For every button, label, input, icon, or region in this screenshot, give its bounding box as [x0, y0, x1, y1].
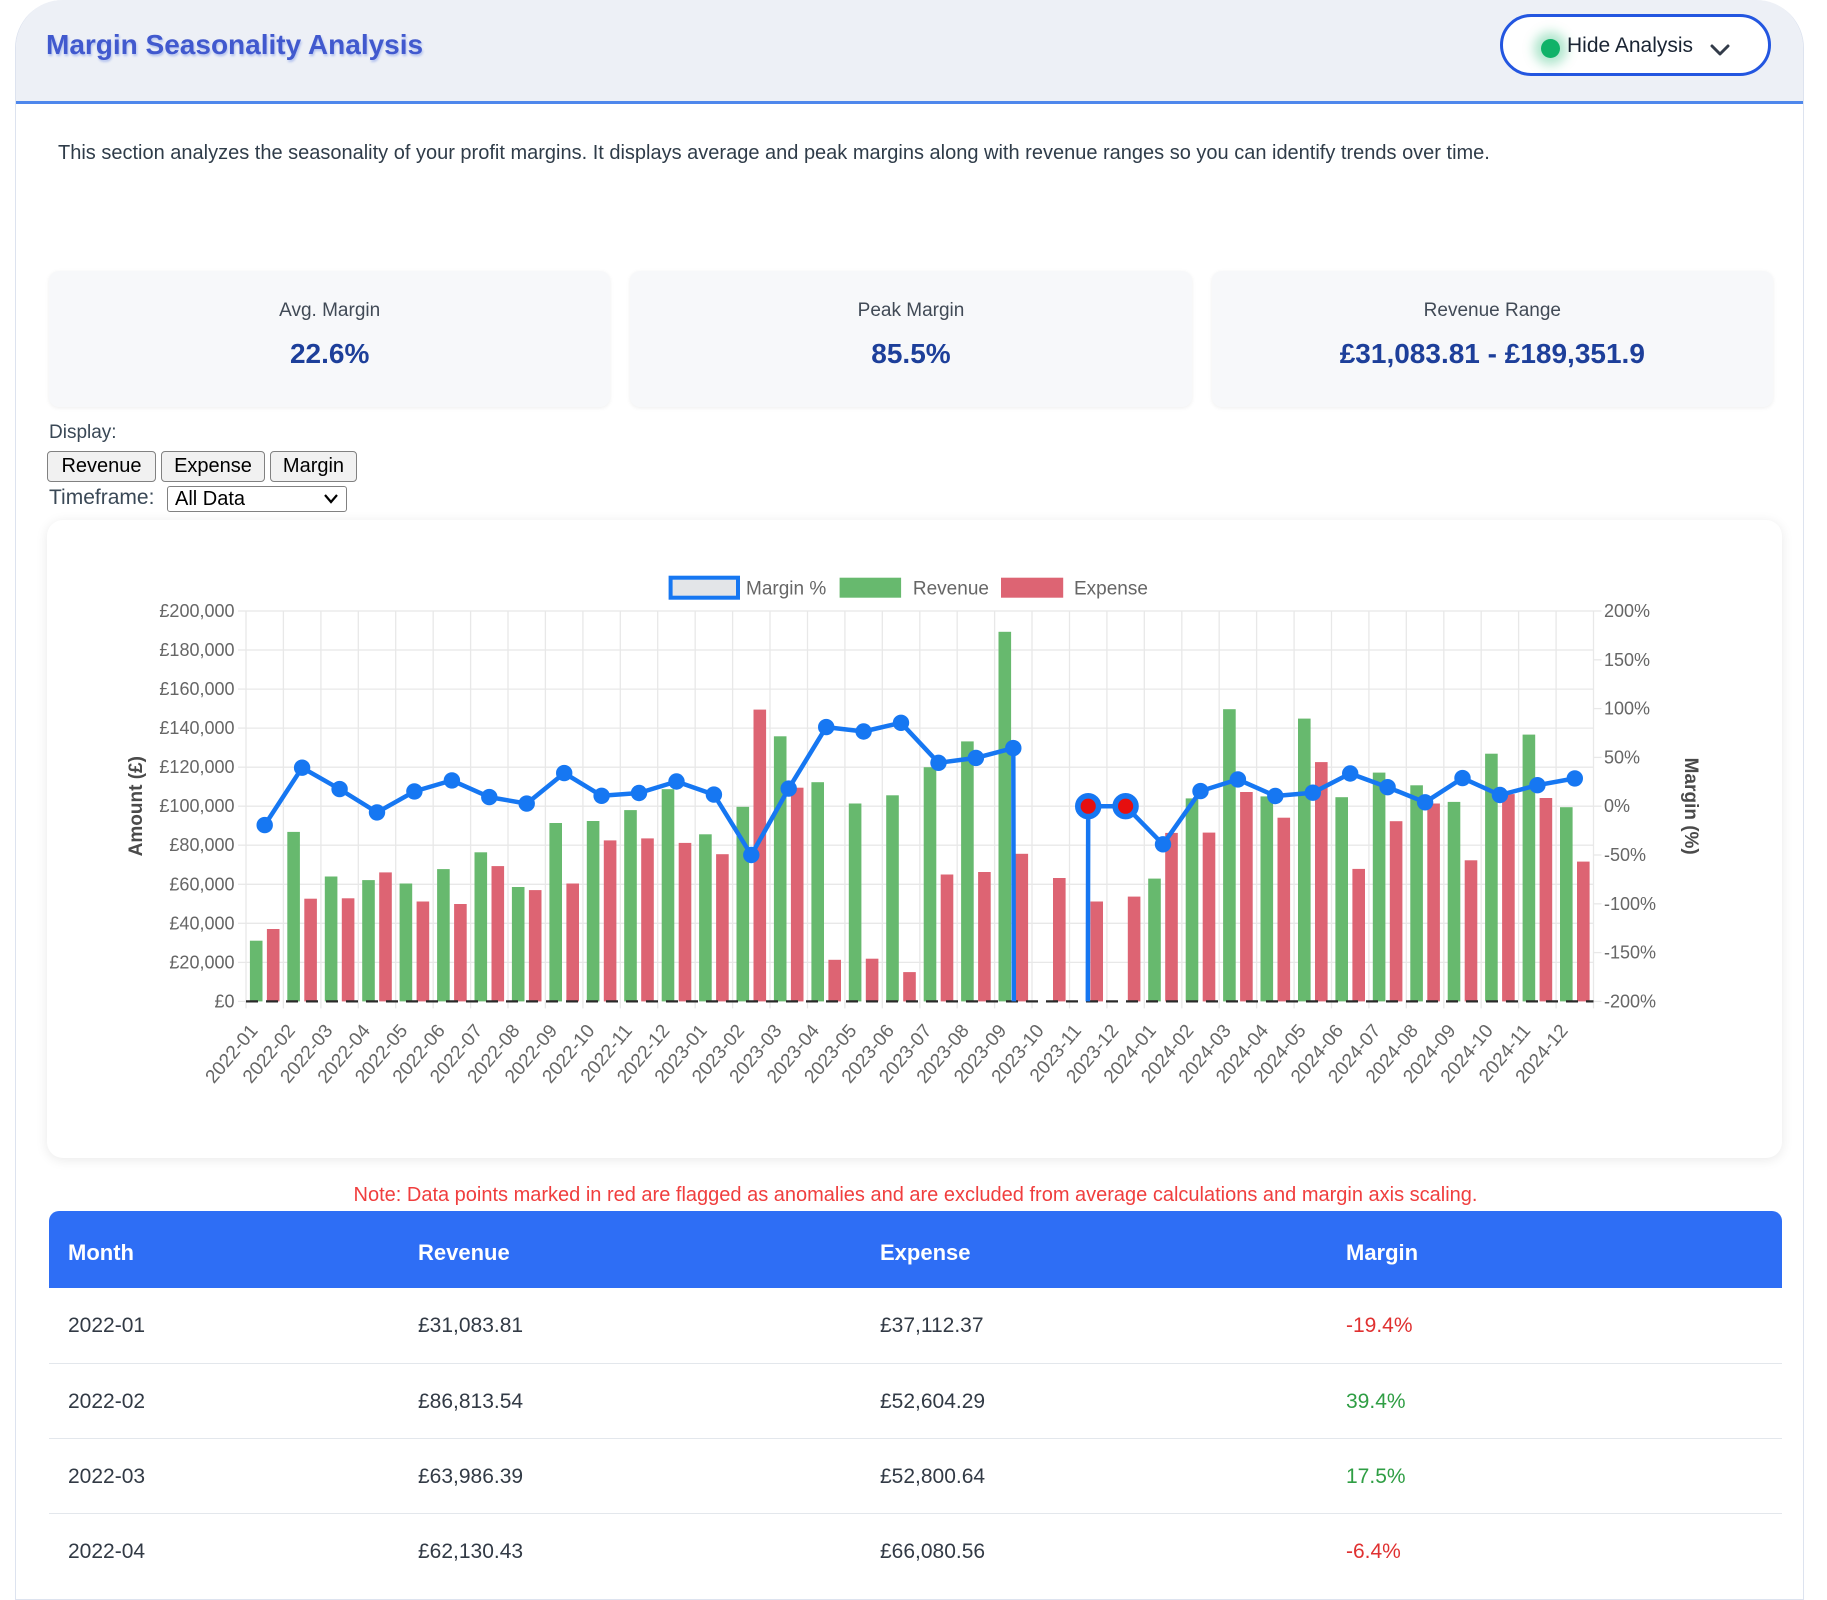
svg-text:£40,000: £40,000	[169, 913, 234, 933]
svg-text:£160,000: £160,000	[159, 679, 234, 699]
svg-text:£180,000: £180,000	[159, 640, 234, 660]
svg-text:£100,000: £100,000	[159, 796, 234, 816]
svg-text:100%: 100%	[1604, 699, 1650, 719]
svg-text:£20,000: £20,000	[169, 952, 234, 972]
svg-text:-150%: -150%	[1604, 943, 1656, 963]
svg-text:Margin %: Margin %	[746, 579, 826, 600]
svg-text:-100%: -100%	[1604, 894, 1656, 914]
svg-text:£120,000: £120,000	[159, 757, 234, 777]
svg-text:£140,000: £140,000	[159, 718, 234, 738]
svg-text:£200,000: £200,000	[159, 601, 234, 621]
svg-text:50%: 50%	[1604, 747, 1640, 767]
svg-text:200%: 200%	[1604, 601, 1650, 621]
svg-text:0%: 0%	[1604, 796, 1630, 816]
svg-text:Revenue: Revenue	[913, 579, 989, 600]
svg-text:£0: £0	[214, 991, 234, 1011]
svg-text:Expense: Expense	[1074, 579, 1148, 600]
svg-text:-200%: -200%	[1604, 991, 1656, 1011]
svg-text:150%: 150%	[1604, 650, 1650, 670]
svg-text:£80,000: £80,000	[169, 835, 234, 855]
svg-text:Margin (%): Margin (%)	[1680, 758, 1701, 855]
svg-text:£60,000: £60,000	[169, 874, 234, 894]
svg-text:-50%: -50%	[1604, 845, 1646, 865]
svg-text:Amount (£): Amount (£)	[126, 756, 147, 856]
